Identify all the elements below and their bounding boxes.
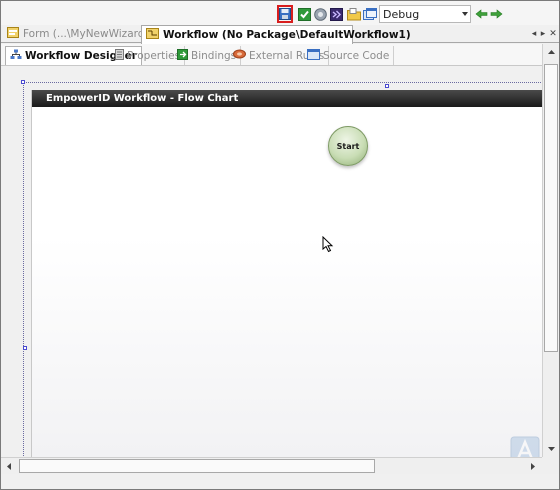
designer-icon	[10, 49, 22, 63]
tab-label: Workflow (No Package\DefaultWorkflow1)	[163, 29, 411, 41]
horizontal-scroll-thumb[interactable]	[19, 459, 375, 473]
document-tab-bar: Form (...\MyNewWizardForm) Workflow (No …	[1, 25, 559, 44]
flow-chart-panel[interactable]: EmpowerID Workflow - Flow Chart Start	[31, 90, 543, 466]
designer-canvas[interactable]: EmpowerID Workflow - Flow Chart Start	[1, 66, 543, 472]
external-rules-icon	[233, 49, 246, 62]
toolbar: Debug	[1, 1, 559, 27]
back-button[interactable]	[473, 6, 489, 22]
source-code-icon	[307, 48, 320, 63]
horizontal-scrollbar[interactable]	[1, 457, 542, 474]
save-button[interactable]	[277, 5, 293, 23]
tab-form[interactable]: Form (...\MyNewWizardForm)	[3, 25, 175, 43]
start-node-label: Start	[336, 141, 360, 151]
scroll-up-arrow-icon[interactable]	[543, 44, 559, 60]
tab-label: Source Code	[323, 49, 390, 62]
workflow-editor-window: Debug Form (...\MyNewWizardForm) Workflo…	[0, 0, 560, 490]
resize-handle[interactable]	[23, 346, 27, 350]
compile-button[interactable]	[312, 6, 328, 22]
save-icon	[279, 8, 291, 20]
vertical-scrollbar[interactable]	[542, 44, 559, 457]
configuration-select[interactable]: Debug	[379, 5, 471, 23]
scroll-right-arrow-icon[interactable]	[525, 458, 541, 474]
back-arrow-icon	[475, 9, 488, 19]
circle-icon	[313, 7, 327, 21]
form-icon	[7, 27, 19, 41]
check-icon	[297, 7, 311, 21]
bindings-icon	[177, 48, 188, 63]
visual-studio-icon	[329, 7, 343, 21]
visual-studio-button[interactable]	[328, 6, 344, 22]
scroll-left-arrow-icon[interactable]	[1, 458, 17, 474]
properties-icon	[115, 48, 124, 63]
vertical-scroll-thumb[interactable]	[544, 64, 558, 352]
forward-arrow-icon	[490, 9, 503, 19]
resize-handle[interactable]	[385, 84, 389, 88]
designer-tab-bar: Workflow Designer Properties Bindings Ex…	[1, 44, 559, 66]
open-folder-button[interactable]	[346, 6, 362, 22]
tab-workflow[interactable]: Workflow (No Package\DefaultWorkflow1)	[141, 25, 411, 44]
close-icon[interactable]: ✕	[548, 28, 558, 40]
tab-source-code[interactable]: Source Code	[303, 46, 395, 65]
scroll-down-arrow-icon[interactable]	[543, 441, 559, 457]
start-node[interactable]: Start	[328, 126, 368, 166]
workflow-icon	[146, 28, 159, 42]
window-icon	[363, 7, 377, 21]
flow-chart-header: EmpowerID Workflow - Flow Chart	[32, 90, 543, 107]
forward-button[interactable]	[488, 6, 504, 22]
validate-button[interactable]	[296, 6, 312, 22]
tab-scroll-right-icon[interactable]: ▸	[538, 28, 548, 40]
chevron-down-icon	[462, 12, 468, 16]
status-strip	[1, 474, 559, 489]
configuration-value: Debug	[383, 7, 420, 21]
scroll-corner	[542, 457, 559, 474]
window-button[interactable]	[362, 6, 378, 22]
mouse-cursor-icon	[322, 235, 334, 256]
resize-handle[interactable]	[21, 80, 25, 84]
folder-icon	[347, 7, 361, 21]
